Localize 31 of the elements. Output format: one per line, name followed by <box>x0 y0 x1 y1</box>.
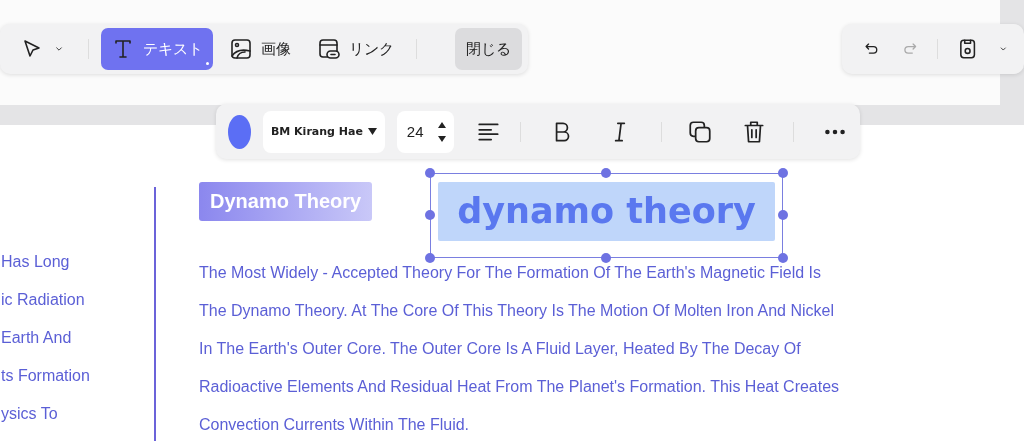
text-tool[interactable]: テキスト <box>101 28 213 70</box>
image-tool[interactable]: 画像 <box>219 28 301 70</box>
resize-handle[interactable] <box>425 210 435 220</box>
paragraph-line: Radioactive Elements And Residual Heat From The Planet's Formation. This Heat Creates <box>199 377 840 397</box>
paragraph-line: In The Earth's Outer Core. The Outer Core Is A Fluid Layer, Heated By The Decay Of <box>199 339 802 359</box>
paragraph-line: Convection Currents Within The Fluid. <box>199 415 471 435</box>
close-button[interactable]: 閉じる <box>455 28 522 70</box>
image-icon[interactable] <box>229 37 253 61</box>
dropdown-arrow-icon <box>367 128 377 135</box>
link-window-icon[interactable] <box>317 37 341 61</box>
resize-handle[interactable] <box>778 168 788 178</box>
paragraph-line: The Most Widely - Accepted Theory For The Formation Of The Earth's Magnetic Field Is <box>199 263 822 283</box>
resize-handle[interactable] <box>601 253 611 263</box>
text-line: ic Radiation <box>1 290 86 310</box>
link-tool[interactable]: リンク <box>307 28 404 70</box>
resize-handle[interactable] <box>601 168 611 178</box>
resize-handle[interactable] <box>425 168 435 178</box>
paragraph-line: The Dynamo Theory. At The Core Of This Theory Is The Motion Of Molten Iron And Nickel <box>199 301 835 321</box>
heading-label: Dynamo Theory <box>199 182 373 221</box>
resize-handle[interactable] <box>425 253 435 263</box>
resize-handle[interactable] <box>778 210 788 220</box>
resize-handle[interactable] <box>778 253 788 263</box>
text-line: Has Long <box>1 252 71 272</box>
text-line: ts Formation <box>1 366 91 386</box>
text-line: ysics To <box>1 404 59 424</box>
font-size-field[interactable]: 24 <box>396 110 454 153</box>
font-dropdown[interactable]: BM Kirang Hae <box>262 110 385 153</box>
stepper-arrows-icon[interactable] <box>437 120 446 143</box>
color-swatch[interactable] <box>228 114 251 149</box>
duplicate-icon[interactable] <box>687 118 714 145</box>
text-line: Earth And <box>1 328 73 348</box>
